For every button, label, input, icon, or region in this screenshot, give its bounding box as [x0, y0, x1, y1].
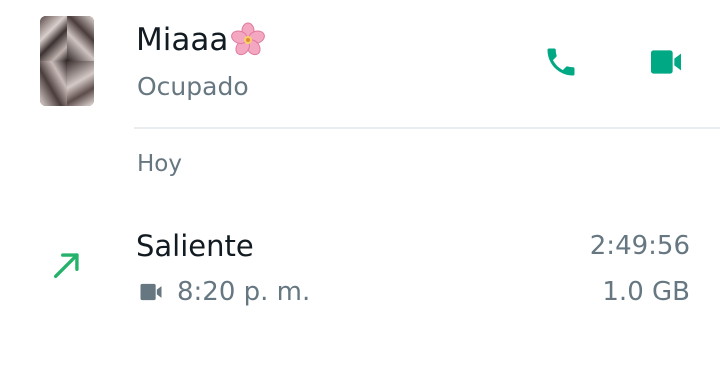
- call-meta: 8:20 p. m.: [137, 274, 310, 310]
- contact-name-row[interactable]: Miaaa: [136, 20, 266, 60]
- call-info-screen: Miaaa Ocupado Hoy Saliente 8:20 p. m. 2:…: [0, 0, 720, 368]
- voice-call-button[interactable]: [541, 42, 581, 82]
- video-call-button[interactable]: [646, 42, 686, 82]
- outgoing-arrow-icon: [53, 253, 79, 279]
- video-camera-icon: [140, 283, 162, 301]
- call-time: 8:20 p. m.: [177, 277, 311, 307]
- date-section-label: Hoy: [137, 151, 182, 177]
- avatar-photo-tile: [67, 16, 94, 61]
- avatar-photo-tile: [40, 16, 67, 61]
- cherry-blossom-icon: [231, 22, 266, 56]
- contact-name: Miaaa: [136, 22, 229, 58]
- avatar-photo-tile: [67, 61, 94, 106]
- contact-status: Ocupado: [137, 72, 249, 101]
- avatar[interactable]: [40, 16, 94, 106]
- avatar-photo-tile: [40, 61, 67, 106]
- video-camera-icon: [651, 50, 681, 74]
- call-data-used: 1.0 GB: [602, 277, 690, 307]
- call-direction-label: Saliente: [136, 229, 254, 263]
- phone-icon: [547, 48, 575, 76]
- divider: [134, 127, 720, 129]
- call-duration: 2:49:56: [589, 231, 690, 261]
